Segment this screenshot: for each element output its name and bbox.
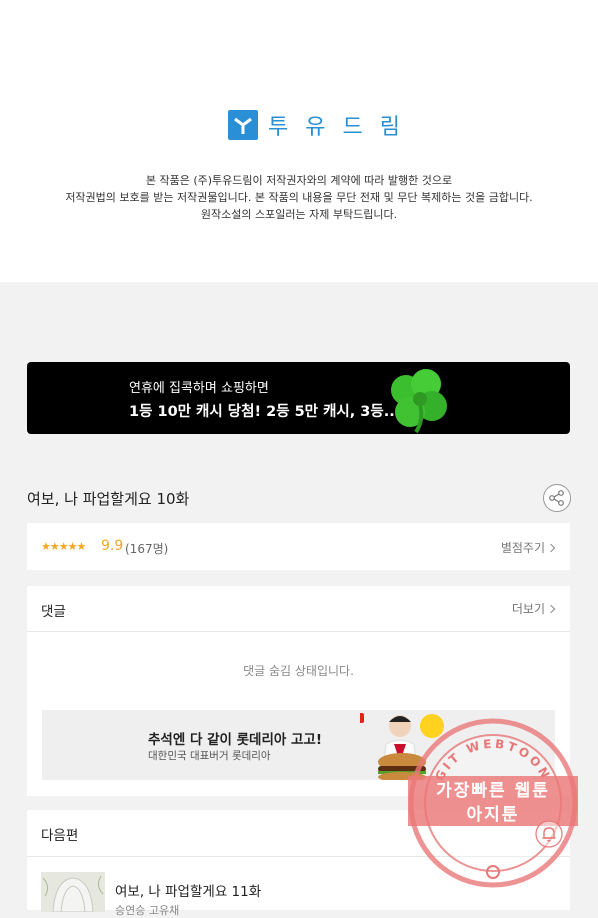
banner-line-1: 연휴에 집콕하며 쇼핑하면 [129, 381, 269, 396]
notice-line: 저작권법의 보호를 받는 저작권물입니다. 본 작품의 내용을 무단 전재 및 … [65, 191, 533, 204]
rating-card: ★★★★★ 9.9 (167명) 별점주기 [27, 523, 570, 570]
notice-line: 원작소설의 스포일러는 자제 부탁드립니다. [200, 208, 398, 221]
rate-button-label: 별점주기 [500, 541, 545, 555]
copyright-header: 투 유 드 림 본 작품은 (주)투유드림이 저작권자와의 계약에 따라 발행한… [0, 0, 598, 282]
share-icon [549, 490, 564, 506]
bell-icon[interactable] [535, 820, 563, 848]
comments-heading: 댓글 [41, 604, 66, 620]
comments-hidden-message: 댓글 숨김 상태입니다. [243, 664, 354, 678]
rating-stars: ★★★★★ [41, 540, 86, 553]
ad-title: 추석엔 다 같이 롯데리아 고고! [148, 732, 322, 748]
publisher-logo-text: 투 유 드 림 [268, 115, 405, 140]
publisher-logo: 투 유 드 림 [228, 109, 405, 141]
clover-icon [391, 369, 447, 434]
more-label: 더보기 [511, 602, 545, 616]
ad-subtitle: 대한민국 대표버거 롯데리아 [148, 750, 271, 762]
divider [27, 631, 570, 632]
notice-line: 본 작품은 (주)투유드림이 저작권자와의 계약에 따라 발행한 것으로 [145, 174, 453, 187]
comments-more-button[interactable]: 더보기 [511, 600, 556, 617]
copyright-notice: 본 작품은 (주)투유드림이 저작권자와의 계약에 따라 발행한 것으로 저작권… [0, 172, 598, 223]
next-episode-thumbnail[interactable] [41, 872, 105, 912]
rating-score: 9.9 [101, 538, 124, 554]
watermark-line-1: 가장빠른 웹툰 [436, 781, 550, 801]
next-heading: 다음편 [41, 828, 79, 844]
episode-title: 여보, 나 파업할게요 10화 [27, 490, 190, 508]
banner-line-2: 1등 10만 캐시 당첨! 2등 5만 캐시, 3등.. [129, 404, 395, 420]
publisher-logo-mark [228, 110, 258, 140]
chevron-right-icon [546, 543, 556, 553]
next-episode-subtitle: 승연승 고유채 [115, 904, 180, 917]
next-episode-title[interactable]: 여보, 나 파업할게요 11화 [115, 880, 261, 900]
chevron-right-icon [546, 604, 556, 614]
event-banner[interactable]: 연휴에 집콕하며 쇼핑하면 1등 10만 캐시 당첨! 2등 5만 캐시, 3등… [27, 362, 570, 434]
rate-button[interactable]: 별점주기 [500, 539, 556, 556]
rating-count: (167명) [125, 542, 169, 556]
share-button[interactable] [543, 484, 571, 512]
